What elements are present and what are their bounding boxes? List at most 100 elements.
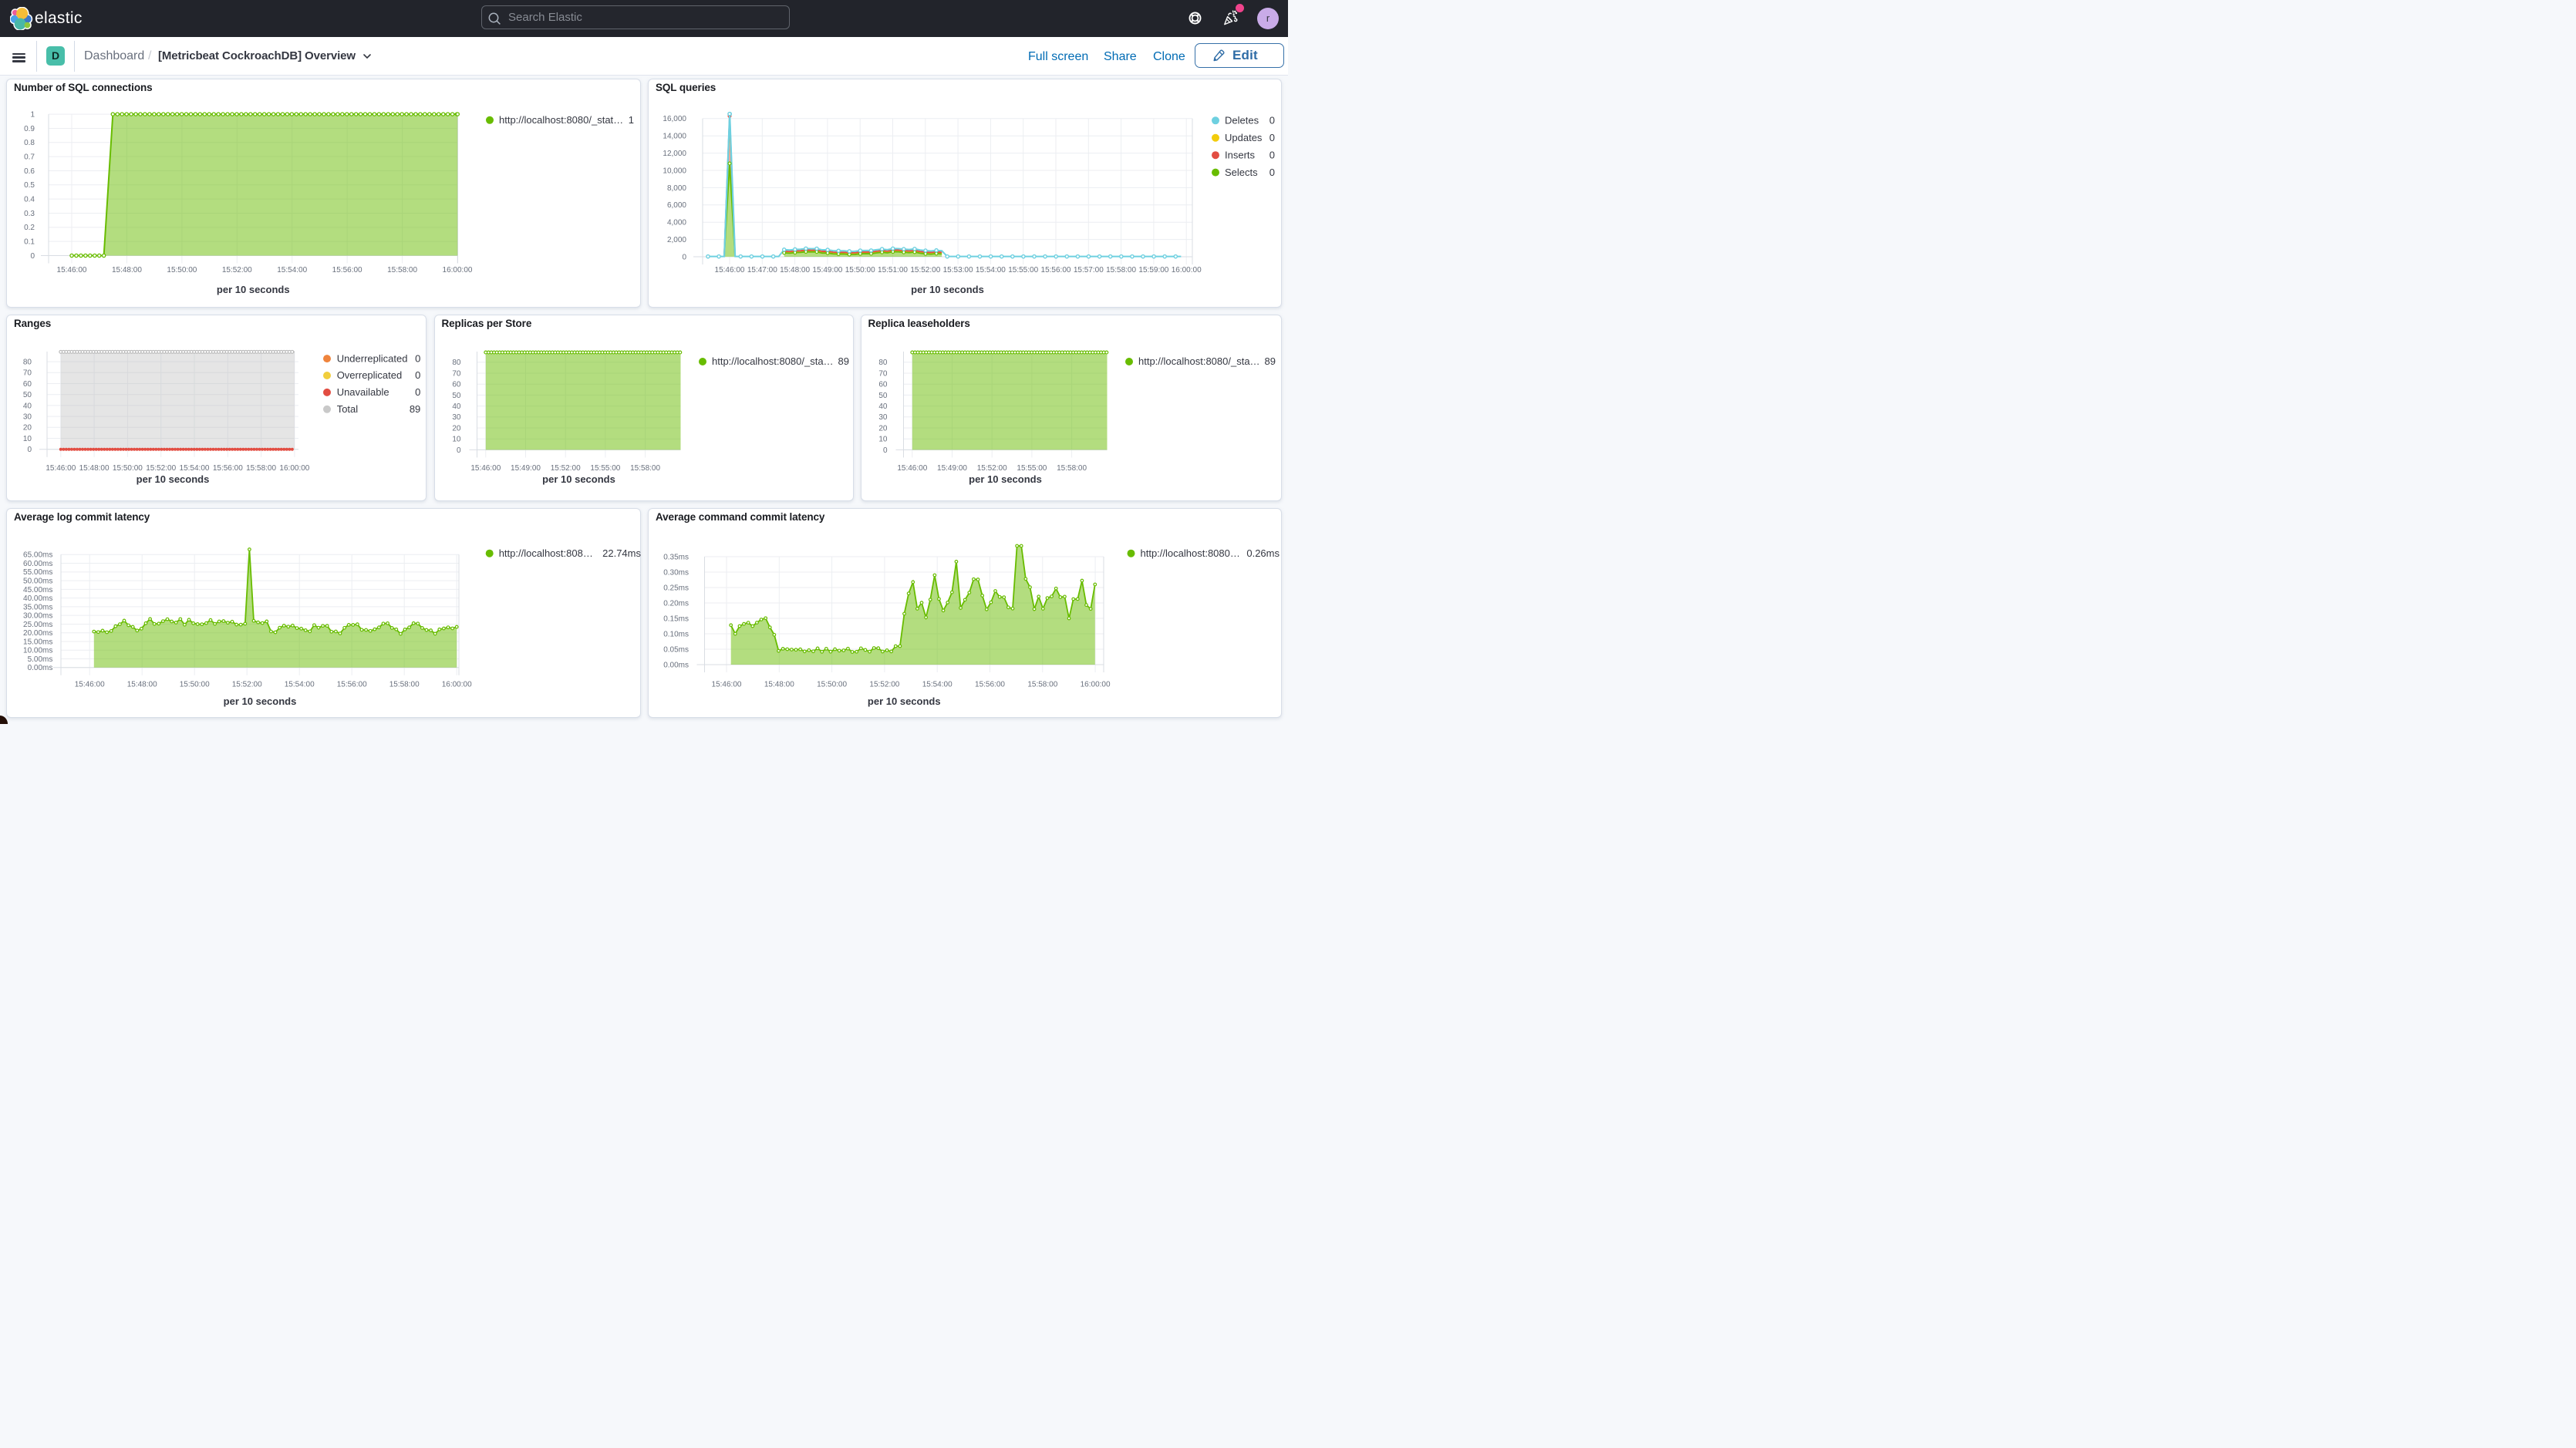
svg-text:per 10 seconds: per 10 seconds	[542, 473, 615, 485]
svg-text:45.00ms: 45.00ms	[23, 586, 52, 594]
svg-text:15:49:00: 15:49:00	[511, 464, 541, 473]
svg-text:40.00ms: 40.00ms	[23, 594, 52, 603]
svg-text:15:50:00: 15:50:00	[845, 266, 875, 274]
svg-text:20: 20	[878, 424, 888, 433]
svg-text:15:46:00: 15:46:00	[470, 464, 501, 473]
svg-text:10: 10	[452, 435, 461, 443]
svg-text:http://localhost:8080…: http://localhost:8080…	[1141, 547, 1240, 559]
svg-text:15:52:00: 15:52:00	[146, 464, 176, 473]
svg-text:10: 10	[878, 435, 888, 443]
svg-text:60: 60	[878, 380, 888, 389]
svg-text:16:00:00: 16:00:00	[442, 681, 472, 689]
svg-text:0.00ms: 0.00ms	[28, 664, 53, 672]
svg-text:0.3: 0.3	[24, 209, 35, 217]
svg-text:15:48:00: 15:48:00	[79, 464, 110, 473]
svg-text:89: 89	[838, 355, 848, 367]
svg-text:15:58:00: 15:58:00	[1027, 681, 1057, 689]
svg-text:80: 80	[878, 359, 888, 367]
svg-text:2,000: 2,000	[667, 236, 686, 244]
svg-text:16:00:00: 16:00:00	[279, 464, 309, 473]
svg-text:15:58:00: 15:58:00	[1106, 266, 1136, 274]
svg-text:15:54:00: 15:54:00	[180, 464, 210, 473]
svg-text:70: 70	[878, 369, 888, 378]
svg-text:Underreplicated: Underreplicated	[337, 352, 408, 364]
svg-text:15:55:00: 15:55:00	[590, 464, 620, 473]
svg-text:50: 50	[23, 391, 32, 399]
svg-text:0.30ms: 0.30ms	[663, 568, 689, 577]
svg-text:15:46:00: 15:46:00	[715, 266, 745, 274]
svg-text:per 10 seconds: per 10 seconds	[137, 473, 210, 485]
svg-text:15:56:00: 15:56:00	[332, 266, 362, 274]
svg-text:15:46:00: 15:46:00	[897, 464, 927, 473]
svg-text:15:49:00: 15:49:00	[937, 464, 967, 473]
svg-text:15:53:00: 15:53:00	[943, 266, 973, 274]
svg-text:55.00ms: 55.00ms	[23, 568, 52, 577]
svg-text:15:50:00: 15:50:00	[817, 681, 847, 689]
svg-text:12,000: 12,000	[663, 150, 686, 158]
svg-text:Total: Total	[337, 403, 359, 415]
svg-text:15:46:00: 15:46:00	[57, 266, 87, 274]
svg-text:80: 80	[452, 359, 461, 367]
svg-text:0.15ms: 0.15ms	[663, 615, 689, 623]
svg-text:Selects: Selects	[1225, 166, 1258, 177]
svg-text:40: 40	[452, 402, 461, 411]
svg-text:15:50:00: 15:50:00	[113, 464, 143, 473]
svg-text:6,000: 6,000	[667, 201, 686, 210]
svg-text:4,000: 4,000	[667, 218, 686, 227]
svg-text:30.00ms: 30.00ms	[23, 612, 52, 621]
svg-text:0.2: 0.2	[24, 224, 35, 232]
svg-text:Overreplicated: Overreplicated	[337, 369, 403, 381]
svg-text:0: 0	[882, 446, 887, 454]
svg-text:1: 1	[30, 110, 35, 119]
svg-text:15:55:00: 15:55:00	[1008, 266, 1038, 274]
svg-text:50.00ms: 50.00ms	[23, 578, 52, 586]
svg-text:15:49:00: 15:49:00	[812, 266, 842, 274]
svg-text:22.74ms: 22.74ms	[602, 547, 641, 559]
svg-text:0: 0	[1269, 166, 1275, 177]
svg-text:0: 0	[1269, 149, 1275, 160]
svg-text:30: 30	[452, 413, 461, 422]
svg-text:per 10 seconds: per 10 seconds	[911, 284, 984, 295]
svg-text:15:54:00: 15:54:00	[277, 266, 307, 274]
svg-text:0.4: 0.4	[24, 195, 35, 204]
svg-text:http://localhost:808…: http://localhost:808…	[499, 547, 593, 559]
svg-text:15:56:00: 15:56:00	[975, 681, 1005, 689]
svg-text:20: 20	[23, 423, 32, 432]
svg-text:89: 89	[1264, 355, 1275, 367]
svg-text:Updates: Updates	[1225, 131, 1263, 143]
svg-text:15:52:00: 15:52:00	[232, 681, 262, 689]
svg-text:15:54:00: 15:54:00	[922, 681, 953, 689]
svg-text:70: 70	[23, 369, 32, 377]
svg-text:15:55:00: 15:55:00	[1017, 464, 1047, 473]
svg-text:60: 60	[452, 380, 461, 389]
svg-text:15:47:00: 15:47:00	[747, 266, 777, 274]
svg-text:50: 50	[878, 391, 888, 399]
svg-text:70: 70	[452, 369, 461, 378]
svg-text:0.1: 0.1	[24, 237, 35, 246]
svg-text:0.35ms: 0.35ms	[663, 553, 689, 561]
svg-text:0.6: 0.6	[24, 167, 35, 175]
svg-text:15:48:00: 15:48:00	[112, 266, 142, 274]
svg-text:15:59:00: 15:59:00	[1138, 266, 1168, 274]
svg-text:15:48:00: 15:48:00	[780, 266, 810, 274]
svg-text:0: 0	[30, 251, 35, 260]
svg-text:60.00ms: 60.00ms	[23, 560, 52, 568]
svg-text:0.26ms: 0.26ms	[1246, 547, 1280, 559]
svg-text:30: 30	[23, 413, 32, 421]
svg-text:0: 0	[1269, 114, 1275, 126]
svg-text:65.00ms: 65.00ms	[23, 551, 52, 560]
svg-text:0.8: 0.8	[24, 139, 35, 147]
svg-text:20.00ms: 20.00ms	[23, 629, 52, 638]
svg-text:Unavailable: Unavailable	[337, 386, 389, 398]
svg-text:0.10ms: 0.10ms	[663, 630, 689, 638]
svg-text:5.00ms: 5.00ms	[28, 655, 53, 664]
svg-text:0.25ms: 0.25ms	[663, 584, 689, 592]
svg-text:15:52:00: 15:52:00	[910, 266, 940, 274]
svg-text:per 10 seconds: per 10 seconds	[217, 284, 290, 295]
svg-text:http://localhost:8080/_sta…: http://localhost:8080/_sta…	[712, 355, 834, 367]
svg-text:Deletes: Deletes	[1225, 114, 1259, 126]
svg-text:0: 0	[1269, 131, 1275, 143]
svg-text:15:46:00: 15:46:00	[712, 681, 742, 689]
svg-text:15:52:00: 15:52:00	[222, 266, 252, 274]
svg-text:25.00ms: 25.00ms	[23, 621, 52, 629]
